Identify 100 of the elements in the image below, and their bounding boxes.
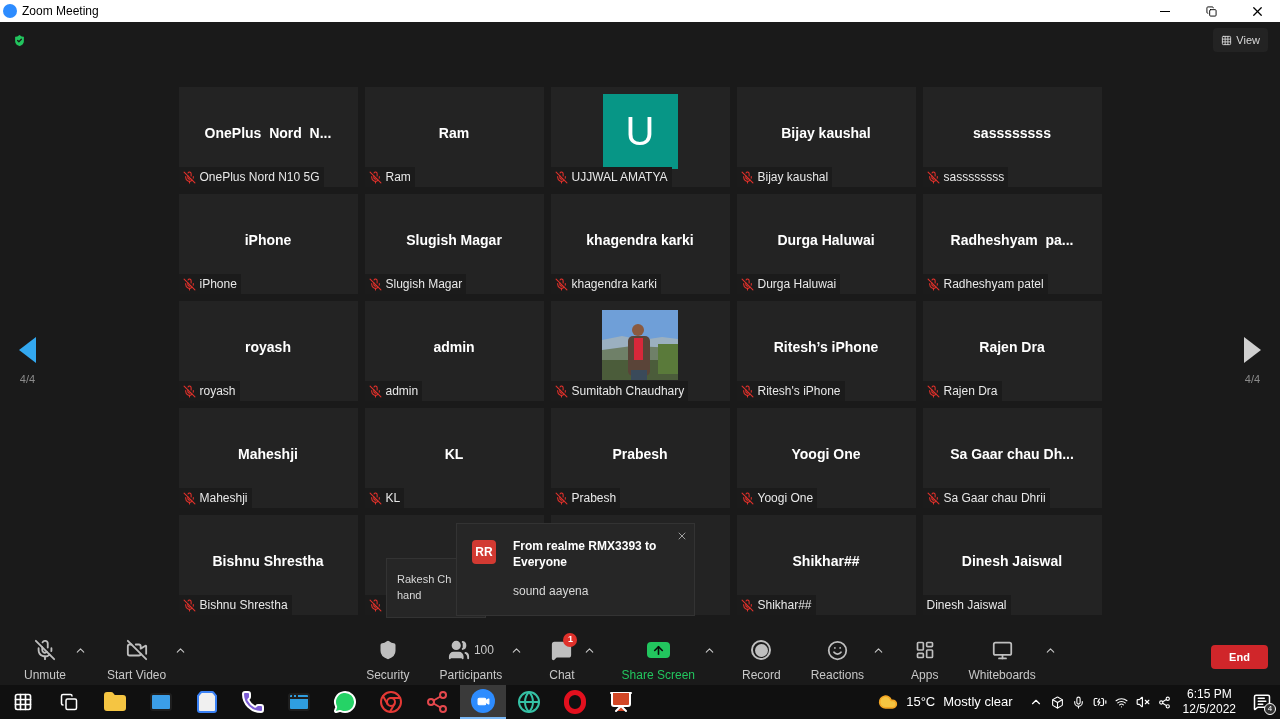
participant-label: khagendra karki bbox=[571, 276, 657, 293]
muted-speaker-icon[interactable] bbox=[1135, 695, 1150, 709]
participant-label: Ritesh's iPhone bbox=[757, 383, 841, 400]
task-view-icon bbox=[60, 693, 78, 711]
wifi-icon[interactable] bbox=[1114, 695, 1128, 709]
participant-label: Sumitabh Chaudhary bbox=[571, 383, 685, 400]
mic-icon[interactable] bbox=[1071, 695, 1085, 709]
participant-label: Durga Haluwai bbox=[757, 276, 837, 293]
participant-name: iPhone bbox=[244, 230, 292, 250]
page-indicator: 4/4 bbox=[19, 372, 36, 387]
toolbar-button[interactable]: Start Video bbox=[103, 632, 171, 684]
notification-icon bbox=[1253, 693, 1271, 711]
taskbar-button[interactable] bbox=[460, 685, 506, 719]
battery-icon[interactable] bbox=[1092, 695, 1107, 709]
toolbar-button[interactable]: Whiteboards bbox=[964, 632, 1040, 684]
next-page-arrow[interactable] bbox=[1244, 337, 1261, 363]
weather-text: Mostly clear bbox=[943, 693, 1013, 712]
participant-name: Slugish Magar bbox=[406, 230, 502, 250]
participant-name: Maheshji bbox=[238, 444, 298, 464]
participant-name: Yoogi One bbox=[791, 444, 861, 464]
toolbar-button[interactable]: Security bbox=[362, 632, 414, 684]
chat-message: sound aayena bbox=[513, 583, 590, 600]
toolbar-button[interactable]: 100 Participants bbox=[435, 632, 507, 684]
participant-name: sassssssss bbox=[973, 123, 1051, 143]
ring-icon bbox=[564, 690, 586, 714]
close-button[interactable] bbox=[676, 530, 688, 542]
apps-icon bbox=[914, 640, 935, 660]
chat-sender: From realme RMX3393 to Everyone bbox=[513, 538, 658, 570]
participant-label: Yoogi One bbox=[757, 490, 814, 507]
nodes-icon bbox=[425, 690, 449, 714]
participant-name: Sa Gaar chau Dh... bbox=[950, 444, 1074, 464]
close-icon bbox=[676, 530, 688, 542]
restore-icon bbox=[1205, 5, 1217, 17]
mail-icon bbox=[149, 690, 173, 714]
participant-label: iPhone bbox=[199, 276, 237, 293]
participant-label: Rajen Dra bbox=[943, 383, 998, 400]
whiteboard-icon bbox=[991, 639, 1013, 661]
folder-icon bbox=[103, 690, 127, 714]
toolbar-button[interactable]: 1 Chat bbox=[545, 632, 579, 684]
participant-label: UJJWAL AMATYA bbox=[571, 169, 668, 186]
minimize-icon bbox=[1160, 10, 1170, 12]
clock-date: 12/5/2022 bbox=[1182, 702, 1236, 717]
browser-icon bbox=[379, 690, 403, 714]
notifications-button[interactable]: 4 bbox=[1244, 687, 1280, 717]
participant-label: Maheshji bbox=[199, 490, 248, 507]
participant-name: Durga Haluwai bbox=[777, 230, 875, 250]
grid-icon bbox=[1221, 34, 1233, 46]
people-icon bbox=[447, 639, 470, 661]
toolbar-button[interactable]: Record bbox=[738, 632, 785, 684]
participant-label: admin bbox=[385, 383, 419, 400]
video-off-icon bbox=[125, 639, 148, 661]
toolbar-button[interactable]: Share Screen bbox=[617, 632, 699, 684]
chat-bubble-icon bbox=[333, 690, 357, 714]
participant-name: royash bbox=[245, 337, 291, 357]
view-button[interactable]: View bbox=[1213, 27, 1268, 53]
participant-label: OnePlus Nord N10 5G bbox=[199, 169, 320, 186]
share-screen-icon bbox=[646, 642, 670, 658]
participant-label: Radheshyam patel bbox=[943, 276, 1044, 293]
participant-name: Shikhar## bbox=[792, 551, 860, 571]
app-icon bbox=[3, 4, 17, 18]
participant-name: Prabesh bbox=[612, 444, 668, 464]
participant-name: Rajen Dra bbox=[979, 337, 1045, 357]
participant-label: Bishnu Shrestha bbox=[199, 597, 288, 614]
participant-label: Prabesh bbox=[571, 490, 617, 507]
unread-badge: 1 bbox=[563, 633, 578, 647]
previous-page-arrow[interactable] bbox=[19, 337, 36, 363]
phone-bubble-icon bbox=[241, 690, 265, 714]
participant-name: Bijay kaushal bbox=[781, 123, 871, 143]
participant-label: royash bbox=[199, 383, 236, 400]
participant-label: KL bbox=[385, 490, 401, 507]
shopping-bag-icon bbox=[195, 690, 219, 714]
weather-icon bbox=[878, 692, 899, 712]
window-title: Zoom Meeting bbox=[22, 3, 99, 20]
participant-label: Sa Gaar chau Dhrii bbox=[943, 490, 1046, 507]
temperature: 15°C bbox=[906, 693, 936, 712]
smiley-icon bbox=[826, 639, 848, 661]
participant-count: 100 bbox=[473, 642, 494, 659]
record-icon bbox=[751, 640, 772, 660]
participant-label: Bijay kaushal bbox=[757, 169, 829, 186]
participant-label: Shikhar## bbox=[757, 597, 812, 614]
participant-name: Dinesh Jaiswal bbox=[961, 551, 1063, 571]
tooltip-text: Rakesh Ch bbox=[397, 572, 453, 587]
participant-label: Ram bbox=[385, 169, 411, 186]
participant-label: sassssssss bbox=[943, 169, 1005, 186]
participant-name: khagendra karki bbox=[586, 230, 694, 250]
toolbar-button[interactable]: Unmute bbox=[20, 632, 71, 684]
toolbar-button[interactable]: Reactions bbox=[806, 632, 869, 684]
encryption-shield-icon bbox=[12, 32, 27, 48]
participant-name: Bishnu Shrestha bbox=[212, 551, 324, 571]
tooltip-text: hand bbox=[397, 588, 423, 603]
page-indicator: 4/4 bbox=[1244, 372, 1261, 387]
participant-label: Slugish Magar bbox=[385, 276, 463, 293]
end-button[interactable]: End bbox=[1211, 645, 1268, 669]
slides-icon bbox=[609, 690, 633, 714]
start-icon bbox=[13, 692, 33, 712]
participant-name: Ram bbox=[438, 123, 470, 143]
toolbar-button[interactable]: Apps bbox=[907, 632, 943, 684]
participant-name: admin bbox=[433, 337, 475, 357]
participant-name: Ritesh’s iPhone bbox=[773, 337, 879, 357]
notification-count: 4 bbox=[1264, 703, 1276, 715]
